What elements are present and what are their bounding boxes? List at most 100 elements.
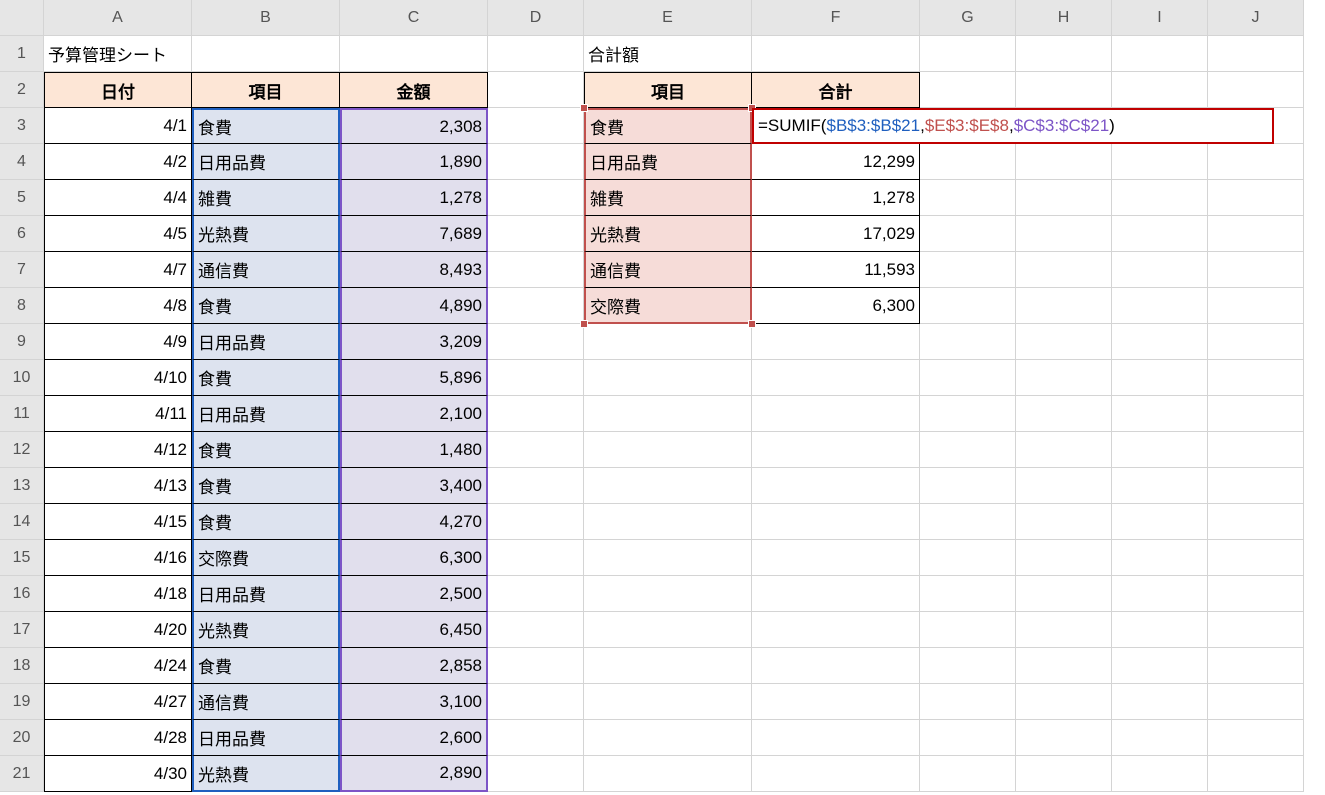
date-cell[interactable]: 4/8 <box>44 288 192 324</box>
cell-G18[interactable] <box>920 648 1016 684</box>
col-header-C[interactable]: C <box>340 0 488 36</box>
amount-cell[interactable]: 2,600 <box>340 720 488 756</box>
item-cell[interactable]: 日用品費 <box>192 720 340 756</box>
spreadsheet-grid[interactable]: ABCDEFGHIJ1予算管理シート合計額2日付項目金額項目合計34/1食費2,… <box>0 0 1325 792</box>
cell-I17[interactable] <box>1112 612 1208 648</box>
cell-F14[interactable] <box>752 504 920 540</box>
item-cell[interactable]: 雑費 <box>192 180 340 216</box>
cell-E15[interactable] <box>584 540 752 576</box>
date-cell[interactable]: 4/30 <box>44 756 192 792</box>
amount-cell[interactable]: 7,689 <box>340 216 488 252</box>
item-cell[interactable]: 光熱費 <box>192 216 340 252</box>
row-header-13[interactable]: 13 <box>0 468 44 504</box>
cell-H16[interactable] <box>1016 576 1112 612</box>
item-cell[interactable]: 光熱費 <box>192 612 340 648</box>
summary-sum-cell[interactable]: 11,593 <box>752 252 920 288</box>
item-cell[interactable]: 日用品費 <box>192 396 340 432</box>
cell-E13[interactable] <box>584 468 752 504</box>
cell-J19[interactable] <box>1208 684 1304 720</box>
row-header-20[interactable]: 20 <box>0 720 44 756</box>
col-header-B[interactable]: B <box>192 0 340 36</box>
cell-H21[interactable] <box>1016 756 1112 792</box>
right-header-sum[interactable]: 合計 <box>752 72 920 108</box>
cell-G19[interactable] <box>920 684 1016 720</box>
amount-cell[interactable]: 3,400 <box>340 468 488 504</box>
cell-F19[interactable] <box>752 684 920 720</box>
cell-J18[interactable] <box>1208 648 1304 684</box>
cell-G6[interactable] <box>920 216 1016 252</box>
amount-cell[interactable]: 2,100 <box>340 396 488 432</box>
date-cell[interactable]: 4/24 <box>44 648 192 684</box>
cell-F21[interactable] <box>752 756 920 792</box>
cell-F16[interactable] <box>752 576 920 612</box>
date-cell[interactable]: 4/9 <box>44 324 192 360</box>
summary-item-cell[interactable]: 食費 <box>584 108 752 144</box>
amount-cell[interactable]: 6,300 <box>340 540 488 576</box>
cell-H8[interactable] <box>1016 288 1112 324</box>
range-handle[interactable] <box>748 320 756 328</box>
cell-H19[interactable] <box>1016 684 1112 720</box>
cell-E12[interactable] <box>584 432 752 468</box>
item-cell[interactable]: 光熱費 <box>192 756 340 792</box>
cell-G9[interactable] <box>920 324 1016 360</box>
cell-J8[interactable] <box>1208 288 1304 324</box>
date-cell[interactable]: 4/20 <box>44 612 192 648</box>
amount-cell[interactable]: 1,480 <box>340 432 488 468</box>
cell-H2[interactable] <box>1016 72 1112 108</box>
amount-cell[interactable]: 3,100 <box>340 684 488 720</box>
col-header-E[interactable]: E <box>584 0 752 36</box>
cell-E17[interactable] <box>584 612 752 648</box>
cell-D8[interactable] <box>488 288 584 324</box>
cell-D19[interactable] <box>488 684 584 720</box>
cell-D17[interactable] <box>488 612 584 648</box>
cell-J16[interactable] <box>1208 576 1304 612</box>
cell-I18[interactable] <box>1112 648 1208 684</box>
col-header-A[interactable]: A <box>44 0 192 36</box>
cell-G7[interactable] <box>920 252 1016 288</box>
col-header-F[interactable]: F <box>752 0 920 36</box>
cell-I5[interactable] <box>1112 180 1208 216</box>
cell-G5[interactable] <box>920 180 1016 216</box>
cell-E16[interactable] <box>584 576 752 612</box>
amount-cell[interactable]: 8,493 <box>340 252 488 288</box>
cell-D10[interactable] <box>488 360 584 396</box>
item-cell[interactable]: 食費 <box>192 288 340 324</box>
cell-I9[interactable] <box>1112 324 1208 360</box>
cell-G4[interactable] <box>920 144 1016 180</box>
cell-I1[interactable] <box>1112 36 1208 72</box>
cell-G1[interactable] <box>920 36 1016 72</box>
select-all-corner[interactable] <box>0 0 44 36</box>
cell-H6[interactable] <box>1016 216 1112 252</box>
cell-D2[interactable] <box>488 72 584 108</box>
cell-G14[interactable] <box>920 504 1016 540</box>
amount-cell[interactable]: 2,858 <box>340 648 488 684</box>
cell-D21[interactable] <box>488 756 584 792</box>
cell-H15[interactable] <box>1016 540 1112 576</box>
date-cell[interactable]: 4/12 <box>44 432 192 468</box>
cell-J1[interactable] <box>1208 36 1304 72</box>
item-cell[interactable]: 通信費 <box>192 252 340 288</box>
amount-cell[interactable]: 6,450 <box>340 612 488 648</box>
summary-sum-cell[interactable]: 1,278 <box>752 180 920 216</box>
cell-I6[interactable] <box>1112 216 1208 252</box>
cell-D11[interactable] <box>488 396 584 432</box>
date-cell[interactable]: 4/5 <box>44 216 192 252</box>
summary-item-cell[interactable]: 光熱費 <box>584 216 752 252</box>
cell-F18[interactable] <box>752 648 920 684</box>
item-cell[interactable]: 食費 <box>192 360 340 396</box>
row-header-11[interactable]: 11 <box>0 396 44 432</box>
cell-H18[interactable] <box>1016 648 1112 684</box>
cell-D4[interactable] <box>488 144 584 180</box>
amount-cell[interactable]: 2,500 <box>340 576 488 612</box>
cell-G20[interactable] <box>920 720 1016 756</box>
cell-C1[interactable] <box>340 36 488 72</box>
row-header-19[interactable]: 19 <box>0 684 44 720</box>
cell-D6[interactable] <box>488 216 584 252</box>
col-header-H[interactable]: H <box>1016 0 1112 36</box>
cell-I19[interactable] <box>1112 684 1208 720</box>
cell-D5[interactable] <box>488 180 584 216</box>
cell-I10[interactable] <box>1112 360 1208 396</box>
cell-J20[interactable] <box>1208 720 1304 756</box>
cell-F11[interactable] <box>752 396 920 432</box>
summary-item-cell[interactable]: 日用品費 <box>584 144 752 180</box>
